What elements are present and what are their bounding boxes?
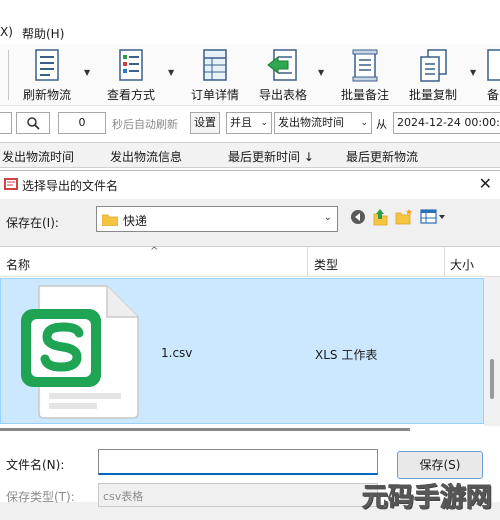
column-divider[interactable] <box>307 247 308 277</box>
from-date-input[interactable]: 2024-12-24 00:00:0 <box>393 112 500 134</box>
document-icon <box>487 49 500 81</box>
app-icon <box>4 178 18 190</box>
grid-column-header[interactable]: 发出物流信息 <box>110 148 182 165</box>
vertical-scrollbar[interactable] <box>484 277 500 426</box>
toolbar: 刷新物流 ▼ 查看方式 ▼ 订单详情 导出表格 ▼ 批量备注 批量复制 ▼ 备 <box>0 44 500 106</box>
file-type-cell: XLS 工作表 <box>315 348 378 362</box>
note-scroll-icon <box>352 49 378 82</box>
folder-icon <box>102 214 118 226</box>
settings-button[interactable]: 设置 <box>190 112 220 134</box>
file-name-cell: 1.csv <box>161 346 193 360</box>
batch-copy-button[interactable]: 批量复制 <box>404 48 462 104</box>
auto-refresh-label: 秒后自动刷新 <box>112 118 178 131</box>
grid-header: 发出物流时间 发出物流信息 最后更新时间 ↓ 最后更新物流 <box>0 142 500 168</box>
logic-select[interactable]: 并且 ⌄ <box>226 112 272 134</box>
grid-column-header[interactable]: 最后更新时间 ↓ <box>228 148 314 165</box>
column-type[interactable]: 类型 <box>314 256 338 273</box>
refresh-interval-input[interactable]: 0 <box>58 112 106 134</box>
order-detail-label: 订单详情 <box>190 88 239 102</box>
look-in-label: 保存在(I): <box>6 216 59 230</box>
file-list-header: 名称 ^ 类型 大小 <box>0 246 500 277</box>
logic-select-value: 并且 <box>230 116 252 129</box>
sort-up-icon: ^ <box>150 246 159 257</box>
column-size[interactable]: 大小 <box>450 256 474 273</box>
from-label: 从 <box>376 118 387 131</box>
new-folder-icon[interactable] <box>395 209 413 225</box>
view-mode-label: 查看方式 <box>106 88 155 102</box>
filename-label: 文件名(N): <box>6 458 65 472</box>
field-select[interactable]: 发出物流时间 ⌄ <box>274 112 372 134</box>
partial-input[interactable] <box>0 112 12 134</box>
table-document-icon <box>203 49 227 81</box>
partial-toolbar-label: 备 <box>486 88 499 102</box>
menu-bar: X) 帮助(H) <box>0 22 500 44</box>
toolbar-divider <box>8 50 9 100</box>
chevron-down-icon[interactable]: ▼ <box>318 68 324 77</box>
grid-column-header[interactable]: 最后更新物流 <box>346 148 418 165</box>
back-icon[interactable] <box>350 209 366 225</box>
horizontal-scrollbar[interactable] <box>0 428 410 431</box>
scrollbar-thumb[interactable] <box>490 359 494 399</box>
look-in-select[interactable]: 快递 ⌄ <box>96 206 338 232</box>
copy-documents-icon <box>420 49 447 82</box>
filter-bar: 0 秒后自动刷新 设置 并且 ⌄ 发出物流时间 ⌄ 从 2024-12-24 0… <box>0 110 500 136</box>
save-button[interactable]: 保存(S) <box>397 451 483 479</box>
close-icon[interactable]: ✕ <box>479 174 492 193</box>
grid-column-header[interactable]: 发出物流时间 <box>2 148 74 165</box>
partial-toolbar-button[interactable]: 备 <box>486 48 500 104</box>
chevron-down-icon: ⌄ <box>360 118 368 128</box>
chevron-down-icon: ⌄ <box>260 118 268 128</box>
export-arrow-icon <box>267 49 297 81</box>
look-in-value: 快递 <box>123 214 148 228</box>
document-list-icon <box>35 49 59 81</box>
chevron-down-icon[interactable]: ▼ <box>470 68 476 77</box>
field-select-value: 发出物流时间 <box>278 116 344 129</box>
filetype-label: 保存类型(T): <box>6 490 75 504</box>
chevron-down-icon[interactable]: ▼ <box>84 68 90 77</box>
column-divider[interactable] <box>444 247 445 277</box>
export-table-label: 导出表格 <box>258 88 307 102</box>
export-table-button[interactable]: 导出表格 <box>254 48 312 104</box>
file-row[interactable]: 1.csv XLS 工作表 <box>0 278 484 424</box>
filetype-select[interactable]: csv表格 ⌄ <box>98 483 378 507</box>
chevron-down-icon[interactable]: ▼ <box>168 68 174 77</box>
refresh-logistics-label: 刷新物流 <box>22 88 71 102</box>
order-detail-button[interactable]: 订单详情 <box>186 48 244 104</box>
batch-copy-label: 批量复制 <box>408 88 457 102</box>
chevron-down-icon: ⌄ <box>323 212 332 223</box>
watermark: 元码手游网 <box>361 483 492 514</box>
filetype-value: csv表格 <box>103 490 144 503</box>
search-icon <box>27 117 40 130</box>
spreadsheet-file-icon <box>21 285 139 419</box>
dialog-title: 选择导出的文件名 <box>22 179 119 193</box>
checklist-icon <box>119 49 143 81</box>
filename-input[interactable] <box>98 449 378 475</box>
menu-item-partial[interactable]: X) <box>0 25 13 39</box>
menu-item-help[interactable]: 帮助(H) <box>22 25 64 42</box>
view-mode-button[interactable]: 查看方式 <box>102 48 160 104</box>
save-dialog: 选择导出的文件名 ✕ 保存在(I): 快递 ⌄ 名称 ^ 类型 大小 1.csv… <box>0 170 500 520</box>
search-button[interactable] <box>16 112 50 134</box>
view-menu-icon[interactable] <box>420 209 446 225</box>
column-name[interactable]: 名称 <box>6 256 30 273</box>
batch-note-button[interactable]: 批量备注 <box>336 48 394 104</box>
refresh-logistics-button[interactable]: 刷新物流 <box>18 48 76 104</box>
batch-note-label: 批量备注 <box>340 88 389 102</box>
dialog-title-bar: 选择导出的文件名 ✕ <box>0 171 500 199</box>
up-folder-icon[interactable] <box>372 208 388 226</box>
